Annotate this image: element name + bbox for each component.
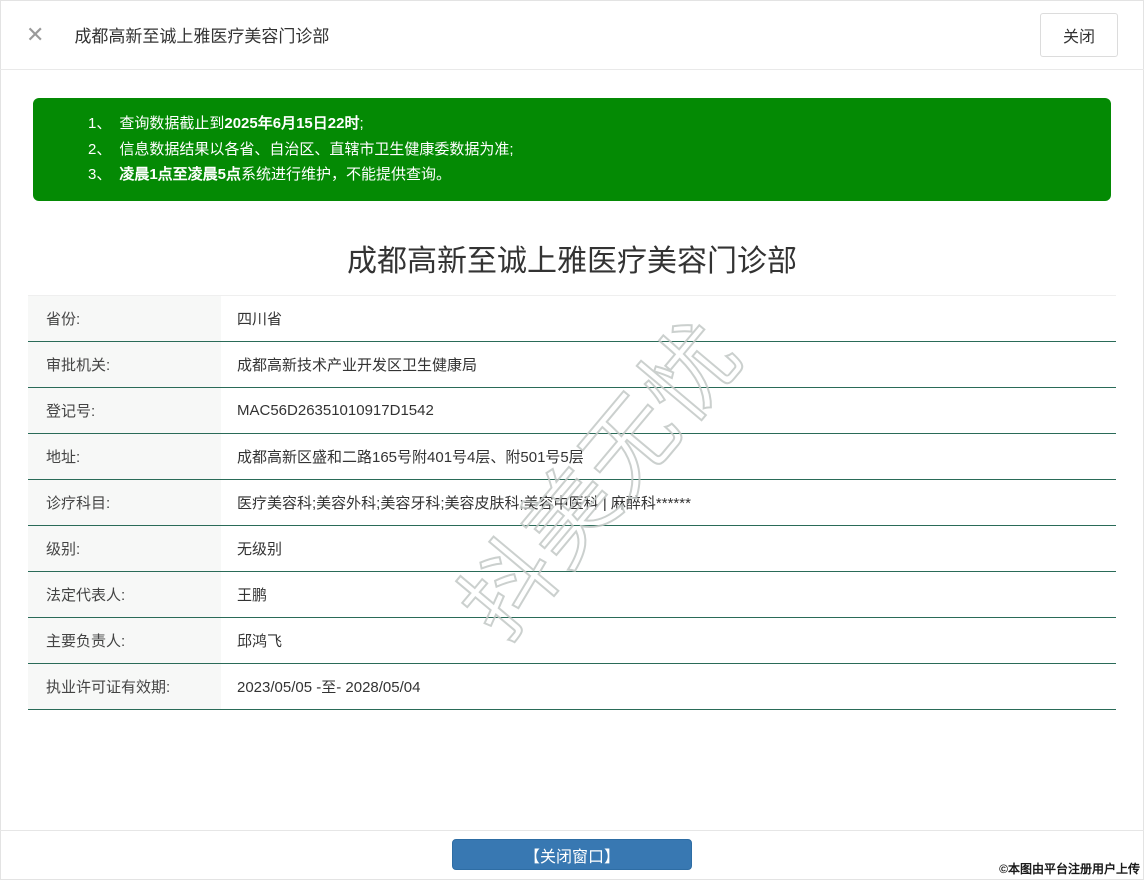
- row-label: 执业许可证有效期:: [28, 664, 221, 709]
- row-value: 成都高新技术产业开发区卫生健康局: [221, 354, 477, 375]
- notice-banner: 1、查询数据截止到2025年6月15日22时; 2、信息数据结果以各省、自治区、…: [33, 98, 1111, 201]
- notice-item-2: 2、信息数据结果以各省、自治区、直辖市卫生健康委数据为准;: [88, 137, 1091, 163]
- row-label: 级别:: [28, 526, 221, 571]
- row-value: 四川省: [221, 308, 282, 329]
- modal-header: ✕ 成都高新至诚上雅医疗美容门诊部 关闭: [0, 0, 1144, 70]
- row-label: 登记号:: [28, 388, 221, 433]
- table-row-province: 省份: 四川省: [28, 296, 1116, 342]
- row-label: 省份:: [28, 296, 221, 341]
- row-value: 成都高新区盛和二路165号附401号4层、附501号5层: [221, 446, 584, 467]
- row-label: 法定代表人:: [28, 572, 221, 617]
- row-value: MAC56D26351010917D1542: [221, 402, 434, 419]
- table-row-address: 地址: 成都高新区盛和二路165号附401号4层、附501号5层: [28, 434, 1116, 480]
- modal-header-title: 成都高新至诚上雅医疗美容门诊部: [74, 22, 329, 47]
- table-row-principal: 主要负责人: 邱鸿飞: [28, 618, 1116, 664]
- notice-item-text: 系统进行维护，不能提供查询。: [241, 166, 451, 183]
- notice-item-text: 信息数据结果以各省、自治区、直辖市卫生健康委数据为准;: [119, 141, 513, 158]
- row-value: 医疗美容科;美容外科;美容牙科;美容皮肤科;美容中医科 | 麻醉科******: [221, 492, 691, 513]
- notice-item-bold-text: 2025年6月15日22时: [224, 115, 359, 132]
- table-row-legal-representative: 法定代表人: 王鹏: [28, 572, 1116, 618]
- row-label: 地址:: [28, 434, 221, 479]
- notice-item-text: 查询数据截止到: [119, 115, 224, 132]
- table-row-registration-number: 登记号: MAC56D26351010917D1542: [28, 388, 1116, 434]
- notice-item-text: ;: [359, 115, 363, 132]
- notice-item-3: 3、凌晨1点至凌晨5点系统进行维护，不能提供查询。: [88, 162, 1091, 188]
- row-label: 审批机关:: [28, 342, 221, 387]
- row-value: 王鹏: [221, 584, 267, 605]
- table-row-license-validity: 执业许可证有效期: 2023/05/05 -至- 2028/05/04: [28, 664, 1116, 710]
- table-row-medical-subjects: 诊疗科目: 医疗美容科;美容外科;美容牙科;美容皮肤科;美容中医科 | 麻醉科*…: [28, 480, 1116, 526]
- table-row-level: 级别: 无级别: [28, 526, 1116, 572]
- notice-item-number: 3、: [88, 166, 111, 183]
- row-value: 邱鸿飞: [221, 630, 282, 651]
- row-value: 无级别: [221, 538, 282, 559]
- close-x-icon[interactable]: ✕: [26, 24, 44, 46]
- institution-title: 成都高新至诚上雅医疗美容门诊部: [0, 239, 1144, 285]
- row-label: 诊疗科目:: [28, 480, 221, 525]
- institution-details-table: 省份: 四川省 审批机关: 成都高新技术产业开发区卫生健康局 登记号: MAC5…: [28, 295, 1116, 710]
- close-window-button[interactable]: 【关闭窗口】: [452, 839, 692, 870]
- table-row-approval-authority: 审批机关: 成都高新技术产业开发区卫生健康局: [28, 342, 1116, 388]
- header-close-button[interactable]: 关闭: [1040, 13, 1118, 57]
- notice-item-number: 1、: [88, 115, 111, 132]
- notice-item-number: 2、: [88, 141, 111, 158]
- institution-detail-modal: ✕ 成都高新至诚上雅医疗美容门诊部 关闭 1、查询数据截止到2025年6月15日…: [0, 0, 1144, 880]
- notice-item-bold-text: 凌晨1点至凌晨5点: [119, 166, 241, 183]
- row-label: 主要负责人:: [28, 618, 221, 663]
- modal-footer: 【关闭窗口】: [0, 830, 1144, 880]
- notice-item-1: 1、查询数据截止到2025年6月15日22时;: [88, 111, 1091, 137]
- row-value: 2023/05/05 -至- 2028/05/04: [221, 676, 420, 697]
